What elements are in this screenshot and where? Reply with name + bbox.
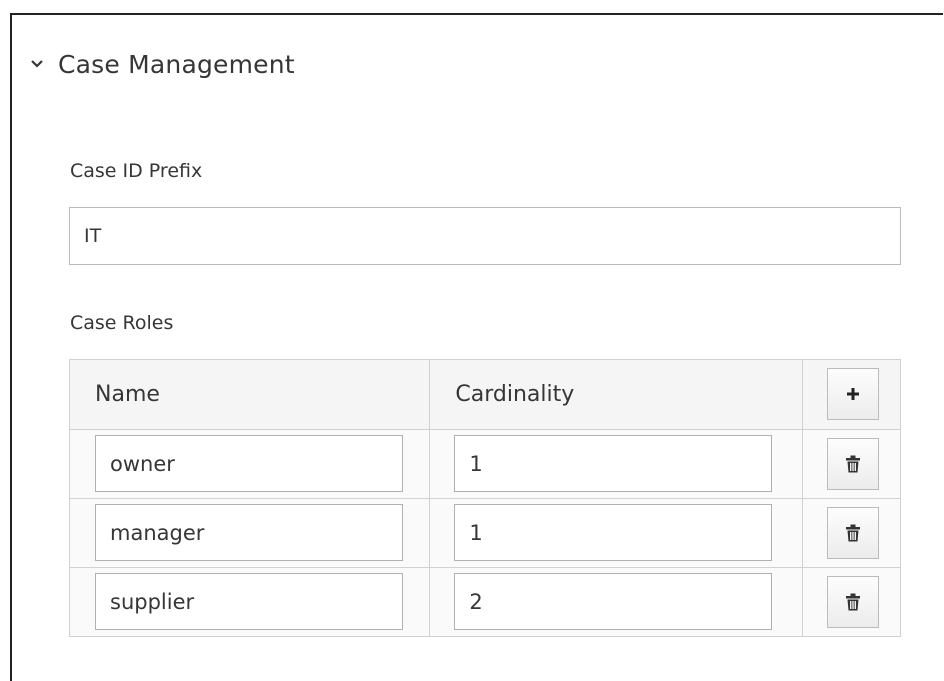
table-row — [68, 567, 902, 637]
case-id-prefix-input[interactable] — [69, 207, 901, 265]
role-cardinality-input[interactable] — [454, 504, 773, 561]
chevron-down-icon — [31, 60, 43, 68]
action-cell — [801, 567, 902, 637]
name-cell — [68, 429, 431, 499]
cardinality-cell — [429, 429, 803, 499]
plus-icon — [846, 388, 859, 400]
column-header-cardinality: Cardinality — [429, 359, 803, 430]
name-cell — [68, 567, 431, 637]
section-title: Case Management — [58, 49, 295, 79]
trash-icon — [845, 593, 860, 611]
role-cardinality-input[interactable] — [454, 573, 773, 630]
cardinality-cell — [429, 498, 803, 568]
trash-icon — [845, 455, 860, 473]
case-id-prefix-label: Case ID Prefix — [70, 160, 203, 182]
case-roles-table: Name Cardinality — [68, 359, 902, 637]
action-cell — [801, 429, 902, 499]
role-name-input[interactable] — [95, 573, 403, 630]
case-roles-label: Case Roles — [70, 312, 174, 334]
case-management-section-toggle[interactable]: Case Management — [30, 40, 295, 88]
column-header-name: Name — [68, 359, 431, 430]
delete-role-button[interactable] — [826, 507, 879, 559]
trash-icon — [845, 524, 860, 542]
role-cardinality-input[interactable] — [454, 435, 773, 492]
table-row — [68, 429, 902, 499]
action-cell — [801, 498, 902, 568]
delete-role-button[interactable] — [826, 576, 879, 628]
cardinality-cell — [429, 567, 803, 637]
role-name-input[interactable] — [95, 504, 403, 561]
table-header-row: Name Cardinality — [68, 359, 902, 430]
name-cell — [68, 498, 431, 568]
column-header-actions — [801, 359, 902, 430]
add-role-button[interactable] — [826, 368, 879, 420]
role-name-input[interactable] — [95, 435, 403, 492]
delete-role-button[interactable] — [826, 438, 879, 490]
table-row — [68, 498, 902, 568]
